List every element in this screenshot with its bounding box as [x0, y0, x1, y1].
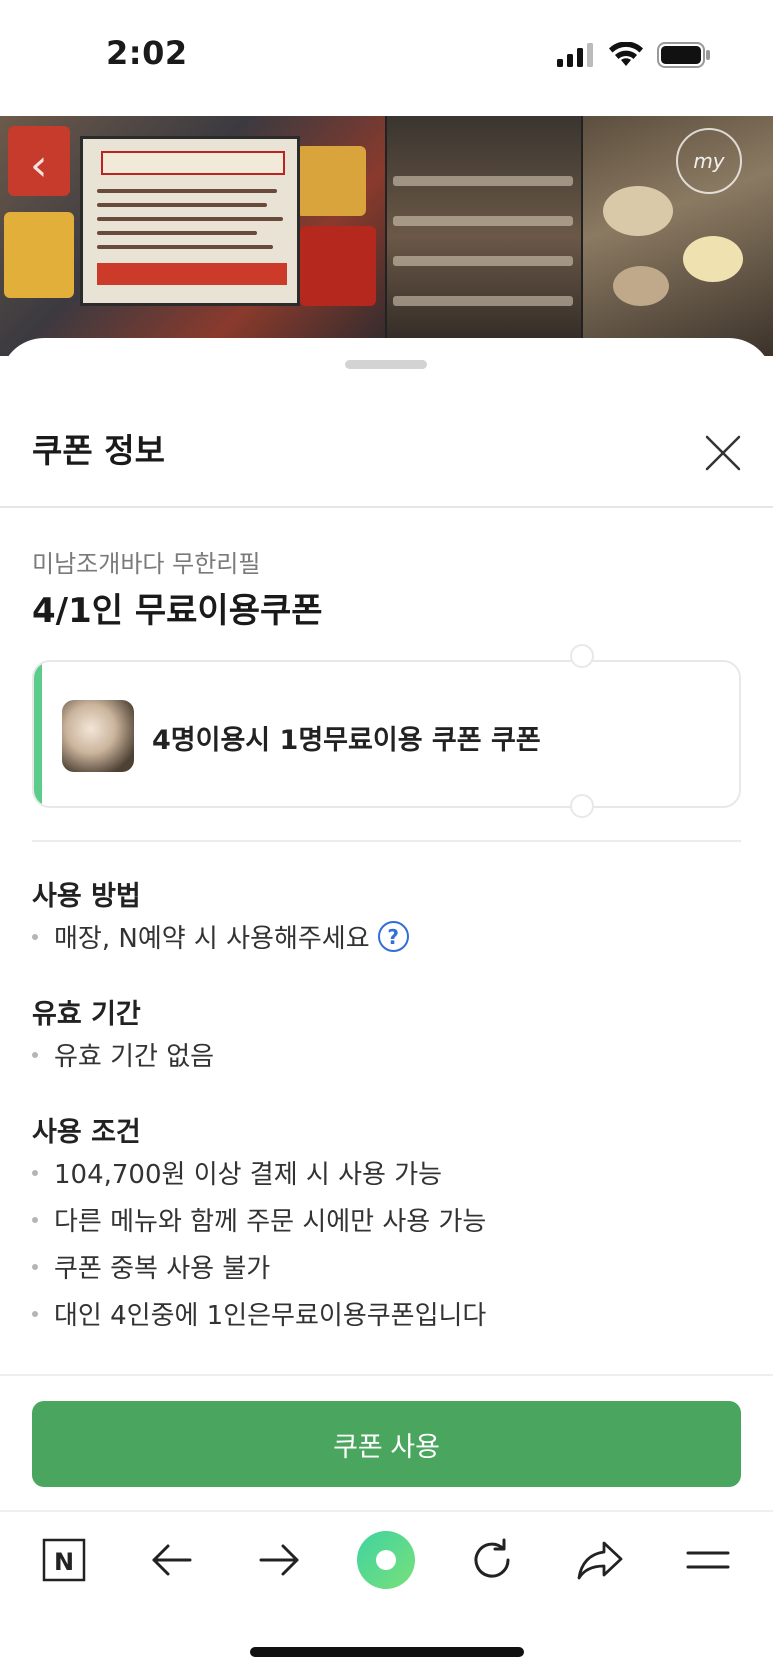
validity-heading: 유효 기간	[32, 999, 141, 1030]
bullet-dot	[32, 1051, 38, 1058]
forward-arrow-icon	[259, 1544, 299, 1576]
coupon-card: 4명이용시 1명무료이용 쿠폰 쿠폰	[32, 660, 741, 808]
bullet-dot	[32, 933, 38, 940]
menu-button[interactable]	[678, 1530, 738, 1590]
status-time: 2:02	[106, 34, 188, 72]
coupon-notch-bottom	[570, 794, 594, 818]
bullet-dot	[32, 1169, 38, 1176]
condition-item: 대인 4인중에 1인은무료이용쿠폰입니다	[32, 1295, 486, 1332]
coupon-name: 4명이용시 1명무료이용 쿠폰 쿠폰	[152, 725, 541, 756]
coupon-title: 4/1인 무료이용쿠폰	[32, 591, 323, 631]
condition-item: 다른 메뉴와 함께 주문 시에만 사용 가능	[32, 1201, 486, 1238]
coupon-notch-top	[570, 644, 594, 668]
store-photo-poster	[0, 116, 385, 356]
validity-item: 유효 기간 없음	[32, 1036, 214, 1073]
menu-icon	[686, 1551, 730, 1569]
naver-home-icon: N	[42, 1538, 86, 1582]
conditions-heading: 사용 조건	[32, 1117, 141, 1148]
usage-item-text: 매장, N예약 시 사용해주세요	[54, 924, 370, 954]
photo-back-chevron-icon[interactable]: ‹	[30, 140, 48, 191]
wifi-icon	[609, 42, 643, 66]
home-indicator[interactable]	[250, 1647, 524, 1657]
condition-item-text: 대인 4인중에 1인은무료이용쿠폰입니다	[54, 1301, 487, 1331]
green-dot-icon	[357, 1531, 415, 1589]
refresh-icon	[474, 1538, 510, 1578]
bullet-dot	[32, 1216, 38, 1223]
green-dot-button[interactable]	[356, 1530, 416, 1590]
back-arrow-icon	[152, 1544, 192, 1576]
my-badge: my	[676, 128, 742, 194]
help-icon[interactable]: ?	[377, 921, 409, 952]
coupon-thumbnail	[62, 700, 134, 772]
battery-icon	[657, 42, 710, 68]
browser-toolbar: N	[0, 1510, 773, 1612]
condition-item: 104,700원 이상 결제 시 사용 가능	[32, 1154, 442, 1191]
share-icon	[577, 1541, 623, 1580]
title-divider	[0, 506, 773, 508]
store-name: 미남조개바다 무한리필	[32, 550, 261, 578]
condition-item: 쿠폰 중복 사용 불가	[32, 1248, 270, 1285]
refresh-button[interactable]	[462, 1530, 522, 1590]
coupon-info-sheet: 쿠폰 정보 미남조개바다 무한리필 4/1인 무료이용쿠폰 4명이용시 1명무료…	[0, 338, 773, 1676]
store-photo-strip	[0, 116, 773, 356]
back-button[interactable]	[142, 1530, 202, 1590]
naver-n-letter: N	[54, 1548, 74, 1576]
bullet-dot	[32, 1310, 38, 1317]
condition-item-text: 쿠폰 중복 사용 불가	[54, 1254, 271, 1284]
coupon-accent-bar	[34, 662, 42, 806]
usage-heading: 사용 방법	[32, 881, 141, 912]
close-button[interactable]	[700, 430, 746, 476]
sheet-title: 쿠폰 정보	[32, 431, 165, 470]
footer-divider	[0, 1374, 773, 1376]
use-coupon-button[interactable]: 쿠폰 사용	[32, 1401, 741, 1487]
store-photo-interior	[387, 116, 581, 356]
condition-item-text: 104,700원 이상 결제 시 사용 가능	[54, 1160, 443, 1190]
section-divider	[32, 840, 741, 842]
share-button[interactable]	[570, 1530, 630, 1590]
usage-item: 매장, N예약 시 사용해주세요 ?	[32, 918, 409, 955]
validity-item-text: 유효 기간 없음	[54, 1042, 215, 1072]
status-icons	[557, 42, 711, 68]
condition-item-text: 다른 메뉴와 함께 주문 시에만 사용 가능	[54, 1207, 487, 1237]
bullet-dot	[32, 1263, 38, 1270]
menu-poster	[80, 136, 300, 306]
signal-icon	[557, 43, 593, 67]
status-bar: 2:02	[0, 0, 773, 116]
naver-home-button[interactable]: N	[34, 1530, 94, 1590]
close-icon	[705, 435, 741, 471]
sheet-grabber[interactable]	[345, 360, 427, 369]
forward-button[interactable]	[249, 1530, 309, 1590]
